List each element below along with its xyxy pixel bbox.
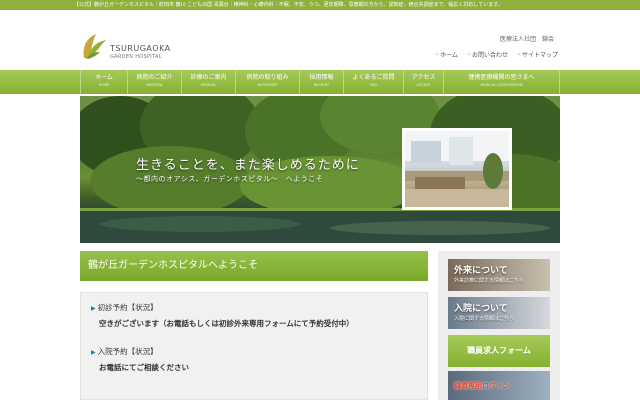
hospital-interior-photo bbox=[402, 128, 512, 210]
global-nav: ホーム HOME 病院のご紹介 HOSPITAL 診療のご案内 MEDICAL … bbox=[0, 70, 640, 94]
job-application-banner[interactable]: 職員求人フォーム bbox=[448, 335, 550, 367]
util-link-sitemap[interactable]: サイトマップ bbox=[516, 50, 558, 59]
hero-subtitle: ～都内のオアシス、ガーデンホスピタル～ へようこそ bbox=[136, 175, 324, 183]
nav-label: 病院のご紹介 bbox=[136, 74, 173, 81]
top-info-bar: 【公式】鶴が丘ガーデンホスピタル｜町田市 鶴川 こどもの国 青葉台｜精神科・心療… bbox=[0, 0, 640, 10]
nav-item-cooperation[interactable]: 連携医療機関の皆さまへ MEDICAL COOPERATION bbox=[444, 70, 560, 94]
nav-item-hospital[interactable]: 病院のご紹介 HOSPITAL bbox=[128, 70, 182, 94]
nav-label: ホーム bbox=[95, 74, 113, 81]
banner-subtitle: 入院に関する情報はこちら bbox=[454, 316, 515, 322]
nav-sublabel: FAQ bbox=[370, 83, 377, 87]
nav-label: 診療のご案内 bbox=[190, 74, 227, 81]
sidebar: 外来について 外来診療に関する情報はこちら 入院について 入院に関する情報はこち… bbox=[438, 251, 560, 400]
crane-leaf-logo-icon bbox=[83, 34, 106, 59]
utility-links: ホーム お問い合わせ サイトマップ bbox=[434, 50, 558, 59]
nav-label: 病院の取り組み bbox=[246, 74, 289, 81]
welcome-heading: 鶴が丘ガーデンホスピタルへようこそ bbox=[80, 251, 428, 281]
banner-title: 外来について bbox=[454, 266, 508, 276]
nav-item-initiatives[interactable]: 病院の取り組み INITIATIVES bbox=[236, 70, 300, 94]
outpatient-banner[interactable]: 外来について 外来診療に関する情報はこちら bbox=[448, 259, 550, 291]
nav-sublabel: MEDICAL COOPERATION bbox=[480, 83, 523, 87]
util-link-contact[interactable]: お問い合わせ bbox=[466, 50, 508, 59]
logo-name: TSURUGAOKA bbox=[110, 44, 171, 53]
nav-label: よくあるご質問 bbox=[352, 74, 395, 81]
nav-item-access[interactable]: アクセス ACCESS bbox=[404, 70, 444, 94]
hero-banner: 生きることを、また楽しめるために ～都内のオアシス、ガーデンホスピタル～ へよう… bbox=[80, 96, 560, 243]
admission-status-text: お電話にてご相談ください bbox=[99, 363, 189, 372]
first-visit-status-heading: 初診予約【状況】 bbox=[91, 302, 158, 313]
admission-status-heading: 入院予約【状況】 bbox=[91, 346, 158, 357]
admission-banner[interactable]: 入院について 入院に関する情報はこちら bbox=[448, 297, 550, 329]
hero-title: 生きることを、また楽しめるために bbox=[136, 158, 360, 173]
nav-item-medical[interactable]: 診療のご案内 MEDICAL bbox=[182, 70, 236, 94]
banner-title: 職員専用ログイン bbox=[454, 382, 510, 390]
reservation-status-box: 初診予約【状況】 空きがございます（お電話もしくは初診外来専用フォームにて予約受… bbox=[80, 292, 428, 400]
banner-title: 入院について bbox=[454, 304, 508, 314]
banner-subtitle: 外来診療に関する情報はこちら bbox=[454, 278, 525, 284]
nav-item-home[interactable]: ホーム HOME bbox=[80, 70, 128, 94]
nav-label: アクセス bbox=[411, 74, 436, 81]
nav-label: 採用情報 bbox=[309, 74, 334, 81]
site-header: TSURUGAOKA GARDEN HOSPITAL 医療法人社団 錦会 ホーム… bbox=[0, 10, 640, 70]
staff-login-banner[interactable]: 職員専用ログイン bbox=[448, 371, 550, 400]
util-link-home[interactable]: ホーム bbox=[434, 50, 458, 59]
nav-sublabel: HOSPITAL bbox=[146, 83, 163, 87]
corporation-name: 医療法人社団 錦会 bbox=[499, 36, 554, 43]
nav-item-faq[interactable]: よくあるご質問 FAQ bbox=[344, 70, 404, 94]
nav-sublabel: ACCESS bbox=[416, 83, 431, 87]
nav-sublabel: MEDICAL bbox=[200, 83, 217, 87]
nav-label: 連携医療機関の皆さまへ bbox=[468, 74, 535, 81]
first-visit-status-text: 空きがございます（お電話もしくは初診外来専用フォームにて予約受付中） bbox=[99, 319, 354, 328]
nav-item-recruit[interactable]: 採用情報 RECRUIT bbox=[300, 70, 344, 94]
hospital-lobby-image bbox=[405, 131, 509, 207]
nav-sublabel: INITIATIVES bbox=[257, 83, 278, 87]
nav-sublabel: HOME bbox=[98, 83, 110, 87]
nav-sublabel: RECRUIT bbox=[313, 83, 330, 87]
site-logo[interactable]: TSURUGAOKA GARDEN HOSPITAL bbox=[80, 30, 190, 70]
logo-subname: GARDEN HOSPITAL bbox=[110, 54, 162, 60]
